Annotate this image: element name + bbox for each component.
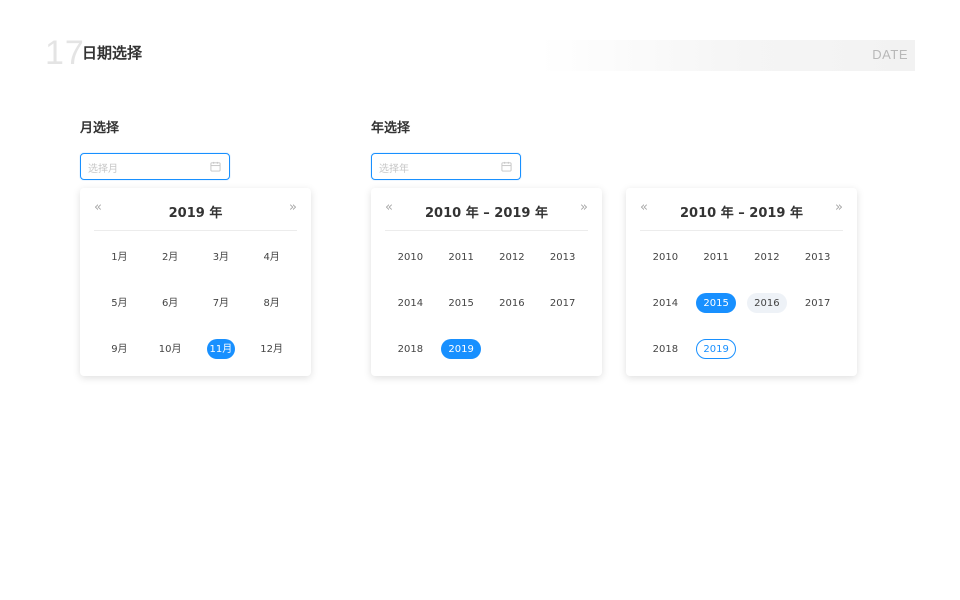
- month-label: 8月: [263, 298, 280, 309]
- month-cell[interactable]: 7月: [196, 280, 247, 326]
- year-cell[interactable]: 2017: [537, 280, 588, 326]
- year-cell[interactable]: 2018: [640, 326, 691, 372]
- month-cell[interactable]: 10月: [145, 326, 196, 372]
- year-picker-panel: « 2010 年 – 2019 年 » 2010 2011 2012 2013 2014…: [371, 188, 602, 376]
- year-cell[interactable]: 2019: [691, 326, 742, 372]
- month-label: 6月: [161, 298, 179, 309]
- year-label: 2016: [747, 293, 787, 313]
- month-cell[interactable]: 3月: [196, 234, 247, 280]
- year-label: 2010: [652, 252, 679, 263]
- month-cell[interactable]: 9月: [94, 326, 145, 372]
- year-label: 2018: [652, 344, 679, 355]
- month-label: 5月: [111, 298, 128, 309]
- month-input-placeholder: 选择月: [88, 164, 118, 175]
- year-cell[interactable]: 2011: [691, 234, 742, 280]
- month-label: 7月: [212, 298, 230, 309]
- year-cell[interactable]: 2015: [436, 280, 487, 326]
- year-cell[interactable]: 2019: [436, 326, 487, 372]
- year-grid: 2010 2011 2012 2013 2014 2015 2016 2017 2018 2019: [385, 231, 588, 376]
- double-chevron-right-icon[interactable]: »: [289, 200, 297, 215]
- panel-title: 2010 年 – 2019 年: [680, 206, 803, 221]
- year-label: 2017: [804, 298, 831, 309]
- month-grid: 1月 2月 3月 4月 5月 6月 7月 8月 9月 10月 11月 12月: [94, 231, 297, 376]
- year-grid: 2010 2011 2012 2013 2014 2015 2016 2017 2018 2019: [640, 231, 843, 376]
- month-cell[interactable]: 4月: [246, 234, 297, 280]
- year-label: 2016: [499, 298, 525, 309]
- year-label: 2010: [397, 252, 424, 263]
- year-label: 2012: [754, 252, 780, 263]
- calendar-icon[interactable]: [501, 161, 512, 172]
- year-cell[interactable]: 2014: [640, 280, 691, 326]
- panel-header: « 2019 年 »: [94, 188, 297, 231]
- header-decoration-band: [540, 40, 915, 71]
- year-label: 2019: [696, 339, 736, 359]
- month-section-label: 月选择: [80, 121, 120, 136]
- month-label: 4月: [263, 252, 280, 263]
- year-cell[interactable]: 2016: [487, 280, 538, 326]
- month-label: 1月: [111, 252, 128, 263]
- month-cell[interactable]: 2月: [145, 234, 196, 280]
- month-cell[interactable]: 8月: [246, 280, 297, 326]
- month-label: 10月: [158, 344, 182, 355]
- year-cell[interactable]: 2015: [691, 280, 742, 326]
- year-cell[interactable]: 2011: [436, 234, 487, 280]
- year-label: 2013: [549, 252, 576, 263]
- year-label: 2013: [804, 252, 831, 263]
- year-cell[interactable]: 2013: [792, 234, 843, 280]
- section-number: 17: [45, 34, 85, 72]
- year-section-label: 年选择: [371, 121, 411, 136]
- year-label: 2014: [652, 298, 679, 309]
- month-cell[interactable]: 6月: [145, 280, 196, 326]
- panel-title: 2010 年 – 2019 年: [425, 206, 548, 221]
- month-cell[interactable]: 5月: [94, 280, 145, 326]
- panel-header: « 2010 年 – 2019 年 »: [385, 188, 588, 231]
- year-picker-panel-states: « 2010 年 – 2019 年 » 2010 2011 2012 2013 2014…: [626, 188, 857, 376]
- month-label: 12月: [260, 344, 283, 355]
- calendar-icon[interactable]: [210, 161, 221, 172]
- year-label: 2017: [549, 298, 576, 309]
- year-label: 2011: [448, 252, 474, 263]
- year-cell[interactable]: 2017: [792, 280, 843, 326]
- month-cell[interactable]: 1月: [94, 234, 145, 280]
- panel-title: 2019 年: [168, 206, 223, 221]
- month-cell[interactable]: 12月: [246, 326, 297, 372]
- year-cell[interactable]: 2016: [742, 280, 793, 326]
- year-cell[interactable]: 2010: [640, 234, 691, 280]
- year-label: 2019: [441, 339, 481, 359]
- month-label: 2月: [161, 252, 179, 263]
- page-title: 日期选择: [82, 44, 143, 62]
- month-cell[interactable]: 11月: [196, 326, 247, 372]
- year-cell[interactable]: 2010: [385, 234, 436, 280]
- month-picker-panel: « 2019 年 » 1月 2月 3月 4月 5月 6月 7月 8月 9月 10月 11月 12月: [80, 188, 311, 376]
- section-tag: DATE: [872, 47, 908, 62]
- month-label: 9月: [111, 344, 128, 355]
- year-label: 2015: [448, 298, 474, 309]
- month-picker-input[interactable]: 选择月: [80, 153, 230, 180]
- year-label: 2014: [397, 298, 424, 309]
- year-cell[interactable]: 2018: [385, 326, 436, 372]
- panel-header: « 2010 年 – 2019 年 »: [640, 188, 843, 231]
- double-chevron-right-icon[interactable]: »: [580, 200, 588, 215]
- year-cell[interactable]: 2013: [537, 234, 588, 280]
- double-chevron-right-icon[interactable]: »: [835, 200, 843, 215]
- year-label: 2015: [696, 293, 736, 313]
- year-input-placeholder: 选择年: [379, 164, 409, 175]
- year-label: 2011: [703, 252, 729, 263]
- year-label: 2018: [397, 344, 424, 355]
- year-picker-input[interactable]: 选择年: [371, 153, 521, 180]
- year-label: 2012: [499, 252, 525, 263]
- month-label: 11月: [206, 339, 236, 359]
- month-label: 3月: [212, 252, 230, 263]
- year-cell[interactable]: 2012: [487, 234, 538, 280]
- year-cell[interactable]: 2012: [742, 234, 793, 280]
- year-cell[interactable]: 2014: [385, 280, 436, 326]
